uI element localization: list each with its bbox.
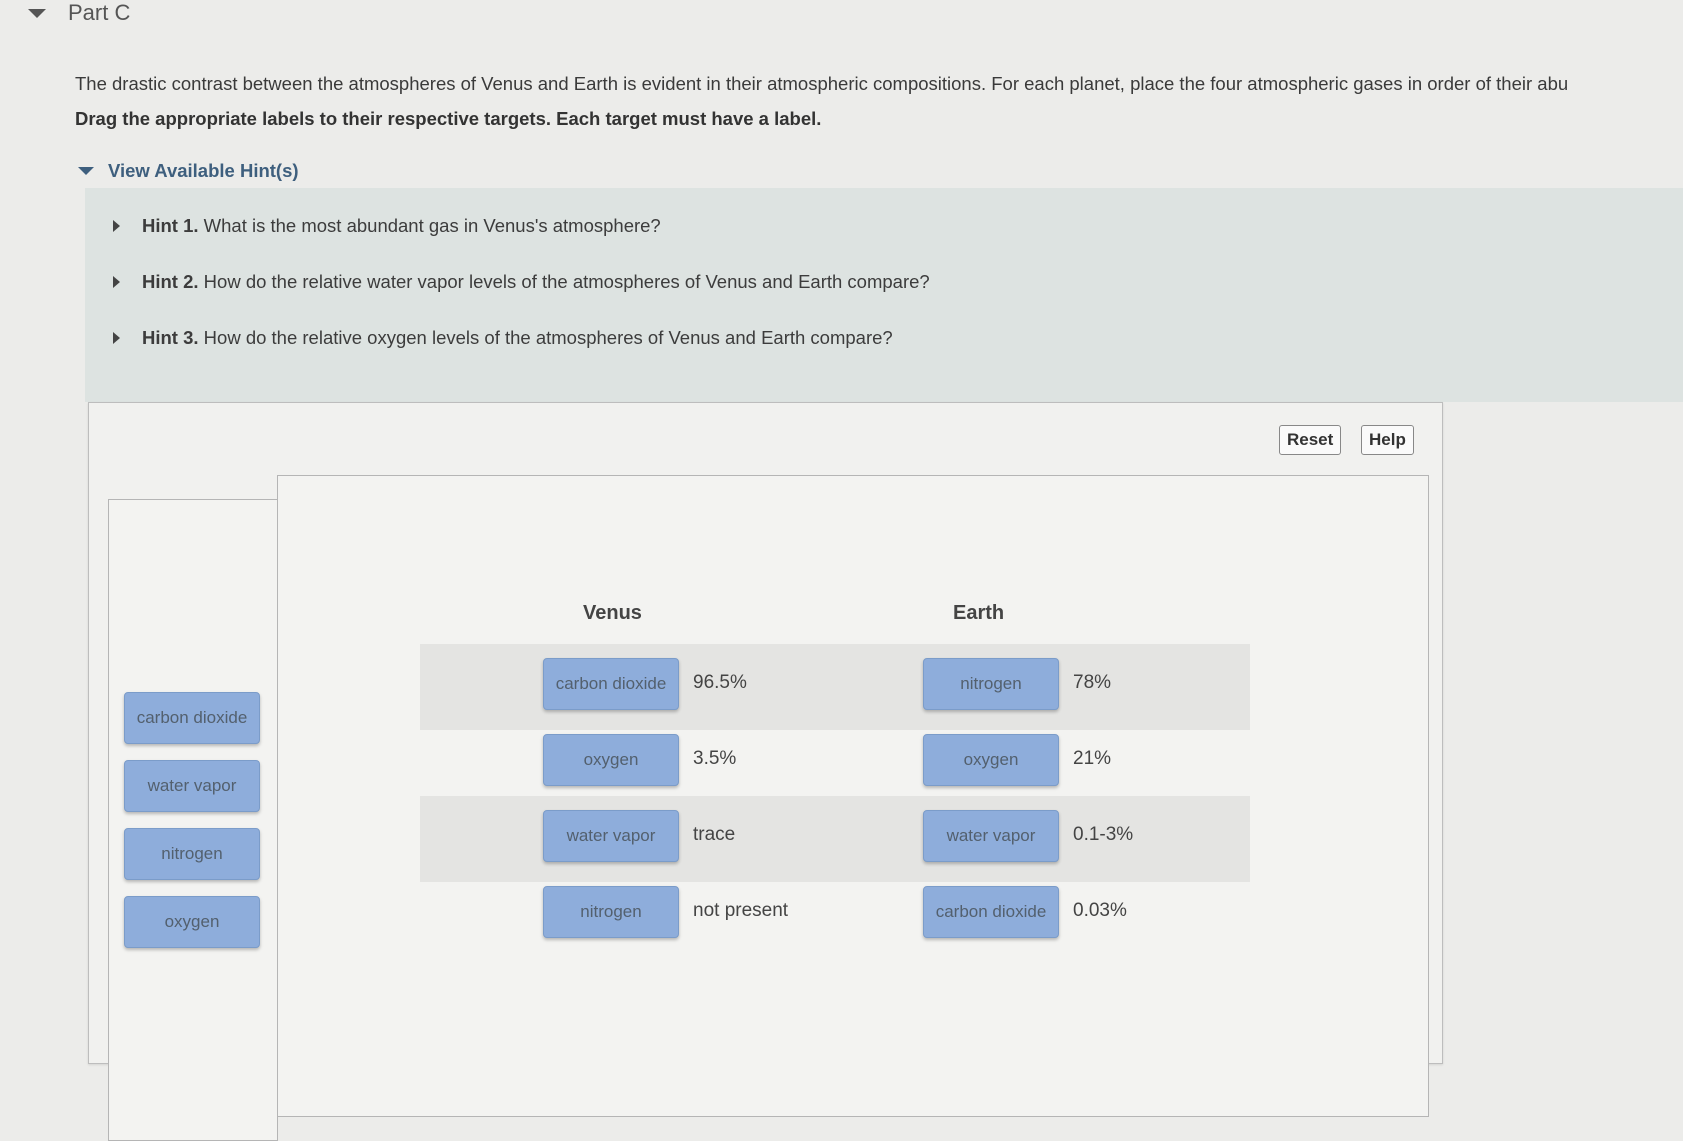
label-chip-water-vapor[interactable]: water vapor	[124, 760, 260, 812]
question-instruction: Drag the appropriate labels to their res…	[75, 108, 822, 129]
expand-triangle-icon	[113, 332, 120, 344]
hint-text: How do the relative water vapor levels o…	[203, 271, 930, 292]
hint-text: What is the most abundant gas in Venus's…	[203, 215, 661, 236]
hint-number: Hint 2.	[142, 271, 199, 292]
part-header[interactable]: Part C	[28, 0, 130, 26]
drag-drop-widget: Reset Help carbon dioxide water vapor ni…	[88, 402, 1443, 1141]
venus-heading: Venus	[583, 602, 642, 624]
earth-value-2: 21%	[1073, 748, 1112, 769]
venus-value-3: trace	[693, 824, 736, 845]
venus-target-1[interactable]: carbon dioxide	[543, 658, 679, 710]
venus-value-4: not present	[693, 900, 789, 921]
view-hints-toggle[interactable]: View Available Hint(s)	[78, 160, 299, 182]
help-button[interactable]: Help	[1361, 425, 1414, 455]
hint-number: Hint 1.	[142, 215, 199, 236]
view-hints-label: View Available Hint(s)	[108, 160, 299, 181]
expand-triangle-icon	[113, 220, 120, 232]
part-title: Part C	[68, 0, 131, 25]
expand-triangle-icon	[113, 276, 120, 288]
earth-target-2[interactable]: oxygen	[923, 734, 1059, 786]
earth-target-4[interactable]: carbon dioxide	[923, 886, 1059, 938]
earth-target-1[interactable]: nitrogen	[923, 658, 1059, 710]
venus-value-2: 3.5%	[693, 748, 737, 769]
target-board: Venus Earth carbon dioxide 96.5% oxygen …	[277, 475, 1429, 1117]
label-chip-carbon-dioxide[interactable]: carbon dioxide	[124, 692, 260, 744]
hint-text: How do the relative oxygen levels of the…	[203, 327, 893, 348]
hint-2[interactable]: Hint 2. How do the relative water vapor …	[113, 271, 930, 293]
label-chip-nitrogen[interactable]: nitrogen	[124, 828, 260, 880]
venus-target-3[interactable]: water vapor	[543, 810, 679, 862]
label-chip-oxygen[interactable]: oxygen	[124, 896, 260, 948]
venus-value-1: 96.5%	[693, 672, 747, 693]
earth-target-3[interactable]: water vapor	[923, 810, 1059, 862]
hint-1[interactable]: Hint 1. What is the most abundant gas in…	[113, 215, 661, 237]
earth-value-3: 0.1-3%	[1073, 824, 1134, 845]
earth-value-1: 78%	[1073, 672, 1112, 693]
venus-target-4[interactable]: nitrogen	[543, 886, 679, 938]
earth-heading: Earth	[953, 602, 1005, 624]
label-bank: carbon dioxide water vapor nitrogen oxyg…	[108, 499, 278, 1141]
hints-collapse-icon	[78, 167, 94, 175]
reset-button[interactable]: Reset	[1279, 425, 1342, 455]
collapse-triangle-icon[interactable]	[28, 8, 46, 18]
earth-value-4: 0.03%	[1073, 900, 1127, 921]
hint-3[interactable]: Hint 3. How do the relative oxygen level…	[113, 327, 893, 349]
venus-target-2[interactable]: oxygen	[543, 734, 679, 786]
hints-panel: Hint 1. What is the most abundant gas in…	[85, 188, 1683, 402]
question-text: The drastic contrast between the atmosph…	[75, 73, 1569, 94]
hint-number: Hint 3.	[142, 327, 199, 348]
